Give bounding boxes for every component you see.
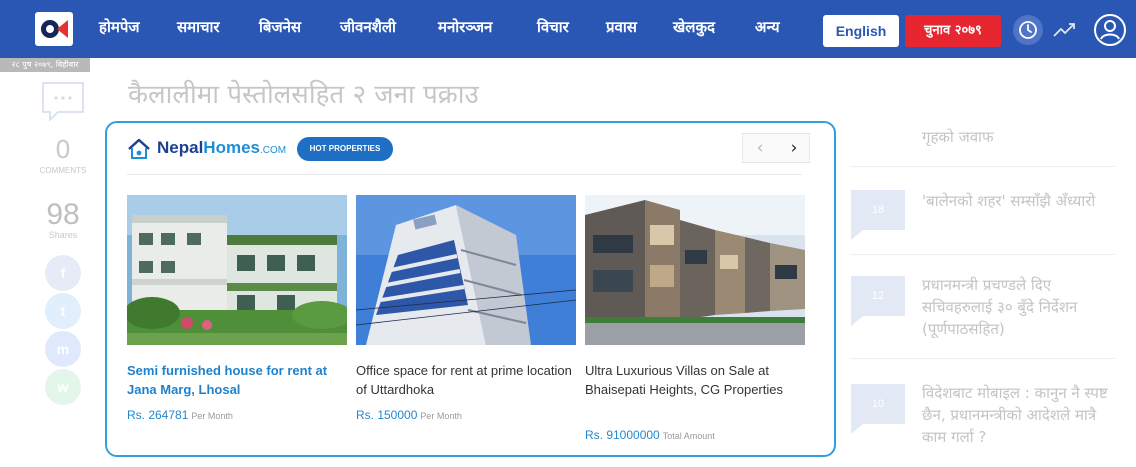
comment-label: COMMENTS bbox=[39, 166, 87, 175]
facebook-icon: f bbox=[60, 265, 66, 281]
price-amount: Rs. 91000000 bbox=[585, 428, 660, 442]
trending-item-text[interactable]: विदेशबाट मोबाइल : कानुन नै स्पष्ट छैन, प… bbox=[922, 382, 1122, 448]
trending-item-text[interactable]: प्रधानमन्त्री प्रचण्डले दिए सचिवहरुलाई ३… bbox=[922, 274, 1122, 340]
whatsapp-share-icon[interactable]: w bbox=[45, 369, 81, 405]
carousel-prev-icon[interactable]: ‹ bbox=[743, 134, 777, 162]
nav-home[interactable]: होमपेज bbox=[99, 17, 139, 37]
price-unit: Per Month bbox=[420, 411, 462, 421]
listing-photo-villas[interactable] bbox=[585, 195, 805, 345]
comment-count: 0 bbox=[55, 134, 71, 164]
trending-rank-badge: 10 bbox=[851, 384, 905, 434]
brand-accent: Homes bbox=[203, 138, 260, 157]
election-button[interactable]: चुनाव २०७९ bbox=[905, 15, 1001, 47]
listing-photo-office[interactable] bbox=[356, 195, 576, 345]
messenger-icon: m bbox=[56, 341, 70, 357]
english-button[interactable]: English bbox=[823, 15, 899, 47]
nav-business[interactable]: बिजनेस bbox=[259, 17, 301, 37]
share-label: Shares bbox=[48, 230, 78, 240]
trending-item-text[interactable]: गृहको जवाफ bbox=[922, 126, 1122, 148]
carousel-next-icon[interactable]: › bbox=[777, 134, 811, 162]
nepalhomes-ad-card: NepalHomes.COM HOT PROPERTIES ‹ › Semi f… bbox=[105, 121, 836, 457]
trending-rank-badge: 12 bbox=[851, 276, 905, 326]
trending-icon[interactable] bbox=[1052, 19, 1078, 41]
carousel-nav: ‹ › bbox=[742, 133, 810, 163]
article-title: कैलालीमा पेस्तोलसहित २ जना पक्राउ bbox=[128, 80, 479, 110]
listing-price: Rs. 91000000 Total Amount bbox=[585, 428, 715, 442]
site-logo[interactable] bbox=[35, 12, 73, 46]
price-unit: Total Amount bbox=[662, 431, 715, 441]
facebook-share-icon[interactable]: f bbox=[45, 255, 81, 291]
article-date: २८ पुष २०७९, बिहीबार bbox=[0, 58, 90, 72]
trending-item-text[interactable]: 'बालेनको शहर' सम्साँझै अँध्यारो bbox=[922, 190, 1122, 212]
listing-title[interactable]: Office space for rent at prime location … bbox=[356, 361, 578, 399]
trending-divider bbox=[851, 254, 1116, 255]
nav-opinion[interactable]: विचार bbox=[537, 17, 569, 37]
trending-rank-badge: 18 bbox=[851, 190, 905, 240]
twitter-icon: t bbox=[60, 303, 66, 319]
hot-properties-badge[interactable]: HOT PROPERTIES bbox=[297, 137, 393, 161]
trending-divider bbox=[851, 358, 1116, 359]
nav-lifestyle[interactable]: जीवनशैली bbox=[340, 17, 396, 37]
twitter-share-icon[interactable]: t bbox=[45, 293, 81, 329]
nepalhomes-logo[interactable]: NepalHomes.COM bbox=[157, 138, 286, 158]
price-amount: Rs. 264781 bbox=[127, 408, 189, 422]
price-amount: Rs. 150000 bbox=[356, 408, 418, 422]
clock-icon[interactable] bbox=[1013, 15, 1043, 45]
trending-divider bbox=[851, 166, 1116, 167]
nav-news[interactable]: समाचार bbox=[177, 17, 220, 37]
nav-diaspora[interactable]: प्रवास bbox=[606, 17, 637, 37]
listing-title[interactable]: Ultra Luxurious Villas on Sale at Bhaise… bbox=[585, 361, 807, 399]
nav-entertainment[interactable]: मनोरञ्जन bbox=[438, 17, 492, 37]
logo-k-mark bbox=[56, 20, 68, 38]
listing-photo-house[interactable] bbox=[127, 195, 347, 345]
listing-price: Rs. 150000 Per Month bbox=[356, 408, 462, 422]
top-navbar: होमपेज समाचार बिजनेस जीवनशैली मनोरञ्जन व… bbox=[0, 0, 1136, 58]
whatsapp-icon: w bbox=[57, 379, 69, 395]
listing-price: Rs. 264781 Per Month bbox=[127, 408, 233, 422]
brand-suffix: .COM bbox=[259, 145, 287, 156]
comment-icon[interactable] bbox=[42, 82, 84, 122]
nepalhomes-house-icon bbox=[127, 138, 151, 160]
share-count: 98 bbox=[46, 198, 80, 231]
nav-other[interactable]: अन्य bbox=[755, 17, 780, 37]
brand-main: Nepal bbox=[157, 138, 204, 157]
listing-title[interactable]: Semi furnished house for rent at Jana Ma… bbox=[127, 361, 349, 399]
price-unit: Per Month bbox=[191, 411, 233, 421]
nav-sports[interactable]: खेलकुद bbox=[673, 17, 715, 37]
ad-divider bbox=[127, 174, 802, 175]
messenger-share-icon[interactable]: m bbox=[45, 331, 81, 367]
user-account-icon[interactable] bbox=[1093, 13, 1127, 47]
